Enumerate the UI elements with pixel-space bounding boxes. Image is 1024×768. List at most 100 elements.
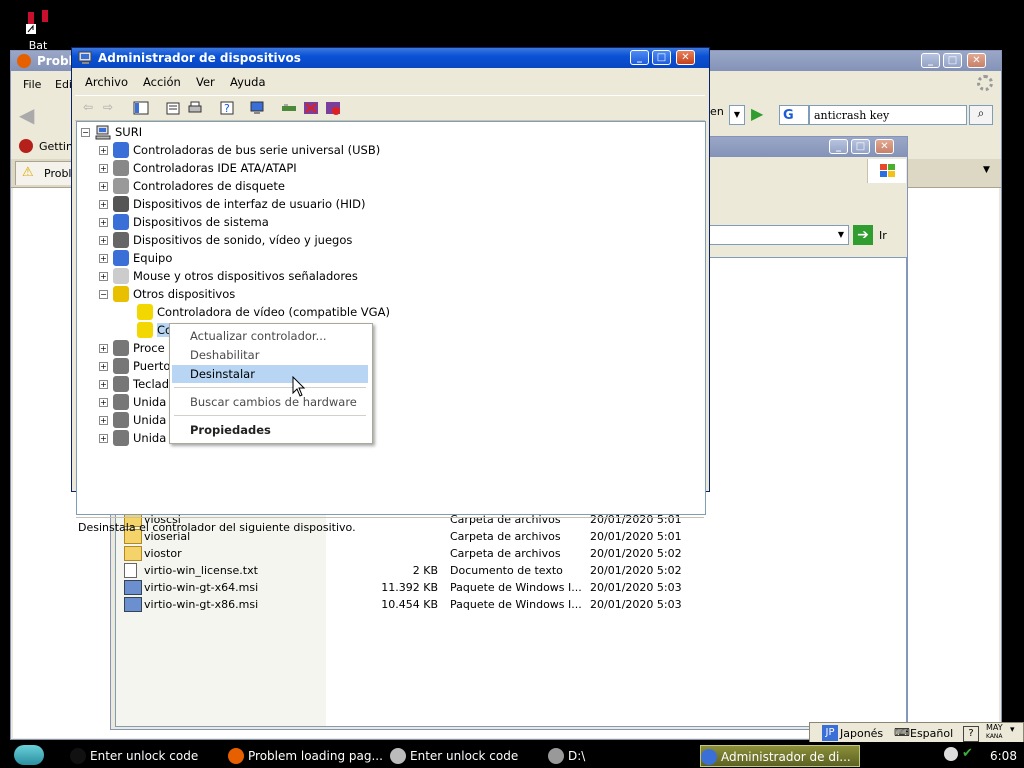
file-name: viostor (144, 547, 182, 560)
taskbar-button[interactable]: Problem loading pag... (228, 745, 383, 767)
maximize-icon[interactable]: □ (851, 139, 870, 154)
file-row[interactable]: virtio-win-gt-x86.msi 10.454 KB Paquete de… (124, 596, 704, 613)
expand-icon[interactable]: + (99, 236, 108, 245)
file-row[interactable]: virtio-win_license.txt 2 KB Documento de t… (124, 562, 704, 579)
menu-archivo[interactable]: Archivo (85, 75, 128, 89)
go-button-label[interactable]: Ir (879, 229, 887, 242)
minimize-icon[interactable]: _ (630, 50, 649, 65)
mouse-cursor-icon (292, 376, 306, 397)
file-date: 20/01/2020 5:02 (590, 547, 682, 560)
forward-icon[interactable]: ⇨ (103, 100, 119, 116)
taskbar: Enter unlock code Problem loading pag... E… (0, 742, 1024, 768)
expand-icon[interactable]: + (99, 218, 108, 227)
tray-check-icon[interactable]: ✔ (962, 746, 973, 761)
task-app-icon (548, 748, 564, 764)
go-icon[interactable]: ▶ (751, 106, 767, 122)
expand-icon[interactable]: + (99, 182, 108, 191)
close-icon[interactable]: ✕ (875, 139, 894, 154)
url-dropdown-icon[interactable]: ▼ (729, 105, 745, 125)
device-manager-menubar: Archivo Acción Ver Ayuda (75, 71, 705, 93)
go-arrow-icon[interactable]: ➔ (853, 225, 873, 245)
expand-icon[interactable]: + (99, 416, 108, 425)
file-row[interactable]: virtio-win-gt-x64.msi 11.392 KB Paquete de… (124, 579, 704, 596)
uninstall-icon[interactable] (303, 100, 319, 116)
taskbar-button[interactable]: D:\ (548, 745, 693, 767)
collapse-icon[interactable]: − (99, 290, 108, 299)
warning-icon: ⚠ (22, 165, 34, 180)
back-icon[interactable]: ⇦ (83, 100, 99, 116)
maximize-icon[interactable]: □ (652, 50, 671, 65)
help-icon[interactable]: ? (219, 100, 235, 116)
menu-file[interactable]: File (23, 78, 41, 91)
collapse-icon[interactable]: − (81, 128, 90, 137)
minimize-icon[interactable]: _ (829, 139, 848, 154)
file-size: 10.454 KB (381, 598, 438, 611)
menu-accion[interactable]: Acción (143, 75, 181, 89)
address-dropdown-icon[interactable]: ▼ (834, 226, 848, 244)
menu-item-update-driver[interactable]: Actualizar controlador... (172, 327, 368, 345)
expand-icon[interactable]: + (99, 146, 108, 155)
tray-shield-icon[interactable] (944, 747, 958, 761)
msi-file-icon (124, 597, 142, 612)
expand-icon[interactable]: + (99, 380, 108, 389)
device-category-icon (113, 142, 129, 158)
search-input[interactable]: anticrash key (809, 105, 967, 125)
update-driver-icon[interactable] (281, 100, 297, 116)
minimize-icon[interactable]: _ (921, 53, 940, 68)
taskbar-button[interactable]: Administrador de di... (700, 745, 860, 767)
search-engine-button[interactable]: G (779, 105, 809, 125)
menu-item-uninstall[interactable]: Desinstalar (172, 365, 368, 383)
disable-icon[interactable] (325, 100, 341, 116)
device-category-icon (113, 232, 129, 248)
start-button[interactable] (14, 745, 44, 765)
file-date: 20/01/2020 5:03 (590, 598, 682, 611)
menu-item-scan-hardware[interactable]: Buscar cambios de hardware (172, 393, 368, 411)
print-icon[interactable] (187, 100, 203, 116)
layout-label[interactable]: Español (910, 727, 953, 740)
expand-icon[interactable]: + (99, 362, 108, 371)
device-category-icon (113, 214, 129, 230)
firefox-logo-icon (17, 54, 31, 68)
menu-ayuda[interactable]: Ayuda (230, 75, 266, 89)
search-icon[interactable]: ⌕ (969, 105, 993, 125)
expand-icon[interactable]: + (99, 164, 108, 173)
device-category-icon (113, 340, 129, 356)
file-name: virtio-win_license.txt (144, 564, 258, 577)
ime-label[interactable]: Japonés (840, 727, 883, 740)
status-bar: Desinstala el controlador del siguiente … (76, 517, 704, 537)
expand-icon[interactable]: + (99, 272, 108, 281)
maximize-icon[interactable]: □ (943, 53, 962, 68)
file-list: viorngCarpeta de archivos20/01/2020 5:01… (116, 494, 896, 634)
device-manager-icon (78, 51, 92, 64)
options-icon[interactable]: ▾ (1010, 725, 1015, 735)
desktop-bat-shortcut[interactable]: Bat (18, 6, 58, 54)
expand-icon[interactable]: + (99, 434, 108, 443)
expand-icon[interactable]: + (99, 398, 108, 407)
device-category-icon (137, 322, 153, 338)
close-icon[interactable]: ✕ (676, 50, 695, 65)
device-category-icon (113, 412, 129, 428)
help-icon[interactable]: ? (963, 726, 979, 742)
menu-item-properties[interactable]: Propiedades (172, 421, 368, 439)
file-row[interactable]: viostor Carpeta de archivos 20/01/2020 5:0… (124, 545, 704, 562)
properties-icon[interactable] (165, 100, 181, 116)
close-icon[interactable]: ✕ (967, 53, 986, 68)
menu-ver[interactable]: Ver (196, 75, 215, 89)
device-manager-window[interactable]: Administrador de dispositivos _ □ ✕ Arch… (71, 47, 710, 534)
device-category-icon (137, 304, 153, 320)
expand-icon[interactable]: + (99, 344, 108, 353)
svg-text:?: ? (224, 102, 230, 115)
back-icon[interactable]: ◀ (19, 105, 47, 125)
tab-list-icon[interactable]: ▼ (983, 165, 990, 175)
expand-icon[interactable]: + (99, 254, 108, 263)
expand-icon[interactable]: + (99, 200, 108, 209)
menu-item-disable[interactable]: Deshabilitar (172, 346, 368, 364)
bookmark-icon (19, 139, 33, 153)
console-tree-icon[interactable] (133, 100, 149, 116)
language-bar[interactable]: JP Japonés ⌨ Español ? MAY KANA ▾ (809, 722, 1024, 744)
device-manager-titlebar[interactable]: Administrador de dispositivos _ □ ✕ (72, 48, 709, 68)
taskbar-button[interactable]: Enter unlock code (70, 745, 220, 767)
clock[interactable]: 6:08 (990, 749, 1017, 763)
taskbar-button[interactable]: Enter unlock code (390, 745, 540, 767)
scan-hardware-icon[interactable] (249, 100, 265, 116)
